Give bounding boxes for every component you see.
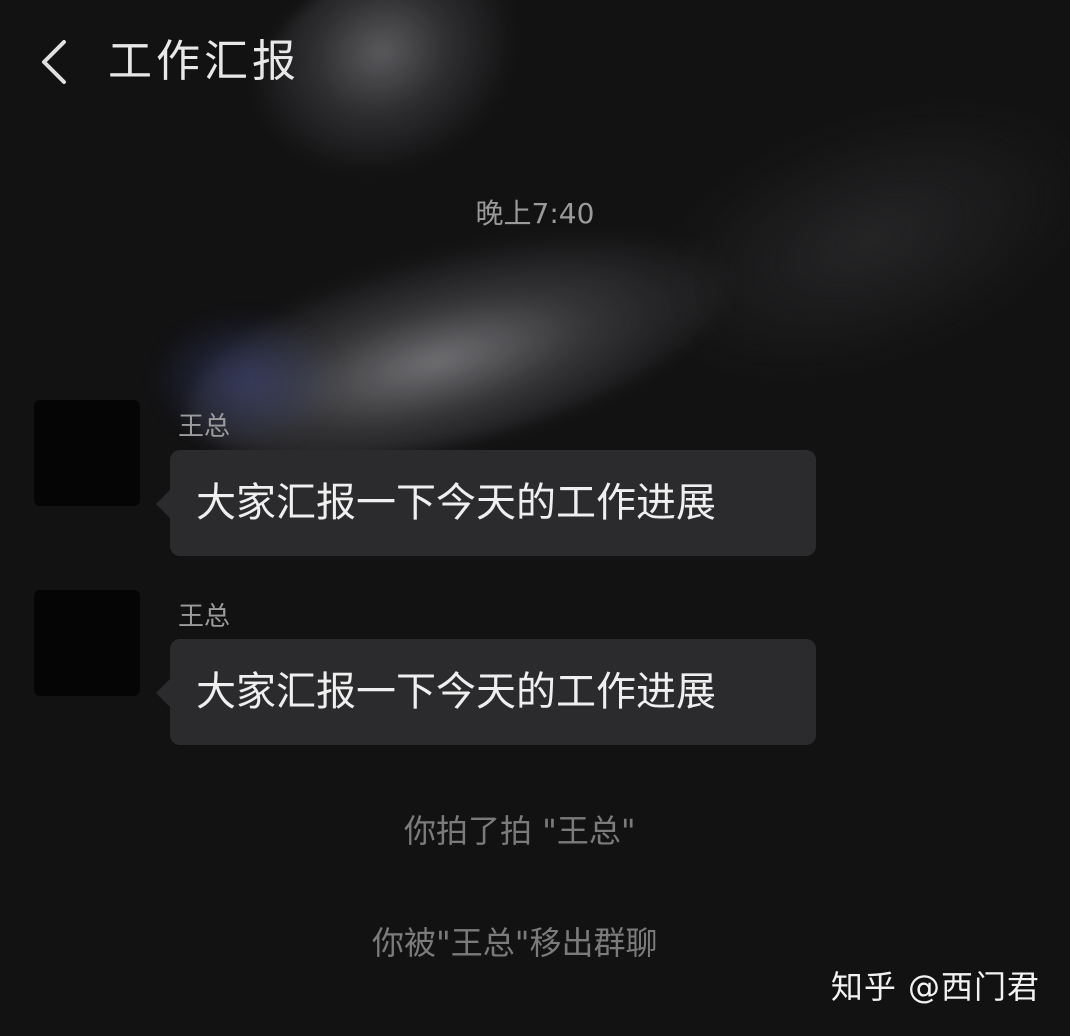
system-message-removed: 你被"王总"移出群聊 xyxy=(372,924,658,962)
sender-name: 王总 xyxy=(178,602,231,632)
message-bubble[interactable]: 大家汇报一下今天的工作进展 xyxy=(156,450,816,556)
system-message-pat: 你拍了拍 "王总" xyxy=(404,812,636,850)
avatar[interactable] xyxy=(34,400,140,506)
background-smudge xyxy=(612,48,1070,432)
message-timestamp: 晚上7:40 xyxy=(475,197,595,230)
background-smudge xyxy=(220,0,560,220)
watermark: 知乎 @西门君 xyxy=(830,968,1040,1006)
sender-name: 王总 xyxy=(178,412,231,442)
message-bubble[interactable]: 大家汇报一下今天的工作进展 xyxy=(156,639,816,745)
chevron-left-icon[interactable] xyxy=(36,38,76,86)
chat-screen: 工作汇报 晚上7:40 王总 大家汇报一下今天的工作进展 王总 大家汇报一下今天… xyxy=(0,0,1070,1036)
avatar[interactable] xyxy=(34,590,140,696)
chat-title: 工作汇报 xyxy=(108,36,300,87)
